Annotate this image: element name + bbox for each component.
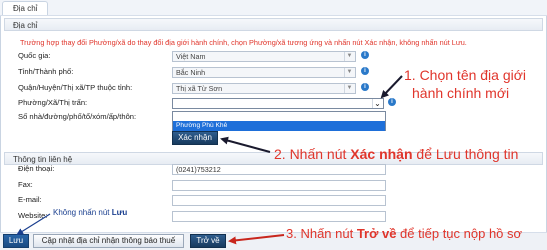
info-icon[interactable]: i: [388, 98, 396, 106]
chevron-down-icon: ▼: [344, 68, 354, 77]
back-button[interactable]: Trở về: [190, 234, 226, 248]
ward-dropdown-list: Phường Phù Khê: [172, 111, 386, 131]
email-label: E-mail:: [18, 195, 42, 204]
website-label: Website:: [18, 211, 48, 220]
phone-input[interactable]: (0241)753212: [172, 164, 386, 175]
province-label: Tỉnh/Thành phố:: [18, 67, 74, 76]
province-select[interactable]: Bắc Ninh ▼: [172, 67, 356, 78]
chevron-down-icon: ▼: [344, 84, 354, 93]
chevron-down-icon: ⌄: [372, 99, 382, 108]
tab-address[interactable]: Địa chỉ: [2, 1, 49, 15]
annotation-step1-line2: hành chính mới: [412, 85, 510, 101]
website-input[interactable]: [172, 211, 386, 222]
update-notice-address-button[interactable]: Cập nhật địa chỉ nhận thông báo thuế: [33, 234, 184, 248]
save-hint: Không nhấn nút Lưu: [53, 208, 128, 217]
province-value: Bắc Ninh: [176, 68, 206, 77]
info-icon[interactable]: i: [361, 83, 369, 91]
tab-strip: Địa chỉ: [0, 0, 547, 16]
ward-label: Phường/Xã/Thị trấn:: [18, 98, 88, 107]
phone-label: Điện thoại:: [18, 164, 55, 173]
info-icon[interactable]: i: [361, 51, 369, 59]
annotation-step3: 3. Nhấn nút Trở về để tiếp tục nộp hồ sơ: [286, 226, 523, 241]
dropdown-option-phu-khe[interactable]: Phường Phù Khê: [173, 121, 385, 131]
email-input[interactable]: [172, 195, 386, 206]
ward-select[interactable]: ⌄: [172, 98, 384, 109]
district-value: Thị xã Từ Sơn: [176, 84, 223, 93]
district-select[interactable]: Thị xã Từ Sơn ▼: [172, 83, 356, 94]
country-value: Việt Nam: [176, 52, 206, 61]
district-label: Quận/Huyện/Thị xã/TP thuộc tỉnh:: [18, 83, 133, 92]
address-group-header: Địa chỉ: [4, 18, 543, 31]
fax-input[interactable]: [172, 180, 386, 191]
annotation-step1-line1: 1. Chọn tên địa giới: [404, 67, 527, 83]
dropdown-option-blank[interactable]: [173, 112, 385, 121]
country-select[interactable]: Việt Nam ▼: [172, 51, 356, 62]
chevron-down-icon: ▼: [344, 52, 354, 61]
info-icon[interactable]: i: [361, 67, 369, 75]
street-label: Số nhà/đường/phố/tổ/xóm/ấp/thôn:: [18, 112, 137, 121]
change-notice: Trường hợp thay đổi Phường/xã do thay đổ…: [20, 38, 467, 47]
country-label: Quốc gia:: [18, 51, 51, 60]
annotation-step2: 2. Nhấn nút Xác nhận để Lưu thông tin: [274, 146, 519, 162]
fax-label: Fax:: [18, 180, 33, 189]
save-button[interactable]: Lưu: [3, 234, 29, 248]
confirm-button[interactable]: Xác nhận: [172, 131, 218, 145]
